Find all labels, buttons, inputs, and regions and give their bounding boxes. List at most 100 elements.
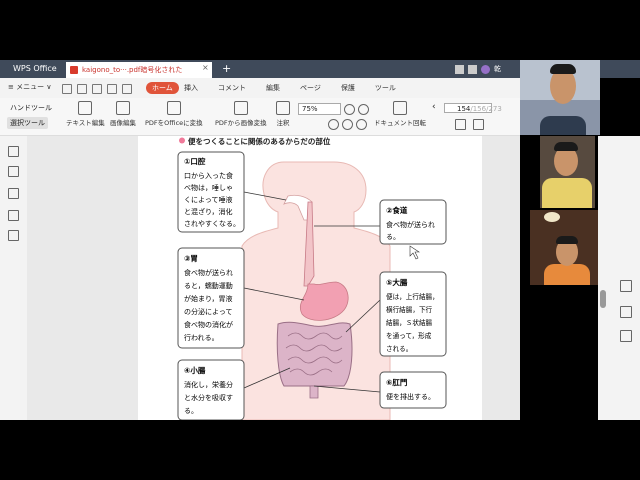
participant-hair bbox=[550, 64, 576, 74]
zoom-in-icon[interactable] bbox=[344, 104, 355, 115]
vertical-scrollbar[interactable] bbox=[600, 290, 606, 308]
page-number-current: 154 bbox=[457, 105, 471, 113]
annotate-label: 注釈 bbox=[276, 119, 290, 127]
video-tile-1[interactable] bbox=[520, 60, 600, 135]
label-line: が始まり，胃液 bbox=[184, 294, 233, 303]
label-title-large-intestine: ⑤大腸 bbox=[386, 277, 408, 287]
tab-insert[interactable]: 挿入 bbox=[184, 83, 198, 93]
rotate-left-icon[interactable] bbox=[342, 119, 353, 130]
tab-tools[interactable]: ツール bbox=[375, 83, 396, 93]
image-edit-button[interactable]: 画像編集 bbox=[110, 101, 136, 127]
undo-icon[interactable] bbox=[107, 84, 117, 94]
hand-tool-button[interactable]: ハンドツール bbox=[10, 103, 52, 113]
label-line: る。 bbox=[184, 407, 198, 415]
main-menu-button[interactable]: ≡ メニュー ∨ bbox=[8, 82, 51, 92]
label-line: 食べ物が送られ bbox=[386, 220, 435, 229]
rotate-right-icon[interactable] bbox=[356, 119, 367, 130]
label-line: される。 bbox=[386, 345, 412, 353]
label-line: る。 bbox=[386, 233, 400, 241]
heading-bullet bbox=[179, 137, 185, 144]
quick-access bbox=[62, 84, 132, 94]
user-avatar[interactable] bbox=[481, 64, 490, 74]
pdf-image-icon bbox=[233, 101, 248, 115]
menu-bar: ≡ メニュー ∨ ホーム 挿入 コメント 編集 ページ 保護 ツール bbox=[0, 78, 520, 99]
new-tab-icon[interactable]: + bbox=[222, 60, 231, 78]
bookmark-icon[interactable] bbox=[8, 146, 19, 157]
wps-office-tab[interactable]: WPS Office bbox=[6, 60, 64, 78]
document-tab-label: kaigono_to···.pdf暗号化された bbox=[82, 66, 183, 74]
label-line: 横行結腸，下行 bbox=[386, 305, 433, 314]
pdf-to-image-button[interactable]: PDFから画像変換 bbox=[215, 101, 267, 127]
label-line: と水分を吸収す bbox=[184, 393, 233, 402]
titlebar-right: 乾 bbox=[455, 64, 501, 74]
annotate-button[interactable]: 注釈 bbox=[276, 101, 290, 127]
text-edit-label: テキスト編集 bbox=[66, 119, 105, 127]
thumbnail-icon[interactable] bbox=[8, 230, 19, 241]
video-tile-3[interactable] bbox=[530, 210, 598, 285]
page-number-total: /156/273 bbox=[470, 105, 502, 113]
pdf-page: 便をつくることに関係のあるからだの部位 ①口腔 口から入った食 べ物は，唾しゃ … bbox=[138, 136, 482, 421]
window-tile-icon[interactable] bbox=[468, 64, 477, 74]
label-title-anus: ⑥肛門 bbox=[386, 378, 408, 387]
comment-icon[interactable] bbox=[8, 166, 19, 177]
single-page-icon[interactable] bbox=[455, 119, 466, 130]
fit-icon[interactable] bbox=[328, 119, 339, 130]
window-mode-icon[interactable] bbox=[455, 64, 464, 74]
label-line: 食べ物が送られ bbox=[184, 268, 233, 277]
open-icon[interactable] bbox=[77, 84, 87, 94]
rotate-document-button[interactable]: ドキュメント回転 bbox=[374, 101, 426, 127]
double-page-icon[interactable] bbox=[473, 119, 484, 130]
prev-page-icon[interactable]: ‹ bbox=[432, 102, 436, 112]
save-icon[interactable] bbox=[62, 84, 72, 94]
shape-tool-icon[interactable] bbox=[620, 280, 632, 292]
zoom-select[interactable]: 75% bbox=[298, 103, 341, 115]
tab-edit[interactable]: 編集 bbox=[266, 83, 280, 93]
label-title-esophagus: ②食道 bbox=[386, 205, 408, 215]
print-icon[interactable] bbox=[92, 84, 102, 94]
print-icon[interactable] bbox=[620, 306, 632, 318]
attachment-icon[interactable] bbox=[8, 188, 19, 199]
close-tab-icon[interactable]: × bbox=[202, 60, 209, 76]
mouse-cursor-icon bbox=[409, 245, 420, 260]
label-line: 食べ物の消化が bbox=[184, 320, 233, 329]
annotate-icon bbox=[276, 101, 290, 115]
label-line: を通って，形成 bbox=[386, 331, 432, 340]
ribbon-tabs: 挿入 コメント 編集 ページ 保護 ツール bbox=[184, 83, 396, 93]
label-line: くによって唾液 bbox=[184, 195, 232, 204]
page-number-input[interactable]: 154/156/273 bbox=[444, 103, 502, 113]
page-heading: 便をつくることに関係のあるからだの部位 bbox=[188, 136, 331, 146]
rotate-document-icon bbox=[393, 101, 407, 115]
document-tab[interactable]: kaigono_to···.pdf暗号化された bbox=[66, 62, 212, 78]
pdf-icon bbox=[70, 66, 78, 74]
text-edit-button[interactable]: テキスト編集 bbox=[66, 101, 105, 127]
label-line: ると，蠕動運動 bbox=[184, 281, 233, 290]
label-line: 結腸，Ｓ状結腸 bbox=[386, 318, 433, 327]
image-edit-icon bbox=[116, 101, 130, 115]
image-edit-label: 画像編集 bbox=[110, 119, 136, 127]
pdf-to-office-button[interactable]: PDFをOfficeに変換 bbox=[145, 101, 203, 127]
zoom-out-icon[interactable] bbox=[358, 104, 369, 115]
label-line: と混ざり，消化 bbox=[184, 207, 233, 216]
rectum bbox=[309, 385, 319, 399]
tab-home[interactable]: ホーム bbox=[146, 82, 179, 94]
redo-icon[interactable] bbox=[122, 84, 132, 94]
signature-icon[interactable] bbox=[8, 210, 19, 221]
share-icon[interactable] bbox=[620, 330, 632, 342]
user-name: 乾 bbox=[494, 65, 501, 73]
label-title-oral: ①口腔 bbox=[184, 156, 206, 166]
pdf-convert-icon bbox=[166, 101, 181, 115]
pdf-to-image-label: PDFから画像変換 bbox=[215, 119, 267, 127]
tab-comment[interactable]: コメント bbox=[218, 83, 246, 93]
label-line: 消化し，栄養分 bbox=[184, 380, 233, 389]
tab-protect[interactable]: 保護 bbox=[341, 83, 355, 93]
large-intestine bbox=[276, 321, 353, 387]
select-tool-button[interactable]: 選択ツール bbox=[7, 117, 48, 129]
tab-page[interactable]: ページ bbox=[300, 83, 321, 93]
rotate-document-label: ドキュメント回転 bbox=[374, 119, 426, 127]
label-title-small-intestine: ④小腸 bbox=[184, 365, 206, 375]
pdf-to-office-label: PDFをOfficeに変換 bbox=[145, 119, 203, 127]
participant-shirt bbox=[540, 116, 586, 135]
video-tile-2[interactable] bbox=[540, 136, 595, 208]
label-line: べ物は，唾しゃ bbox=[184, 183, 233, 192]
label-line: 行われる。 bbox=[184, 333, 219, 342]
